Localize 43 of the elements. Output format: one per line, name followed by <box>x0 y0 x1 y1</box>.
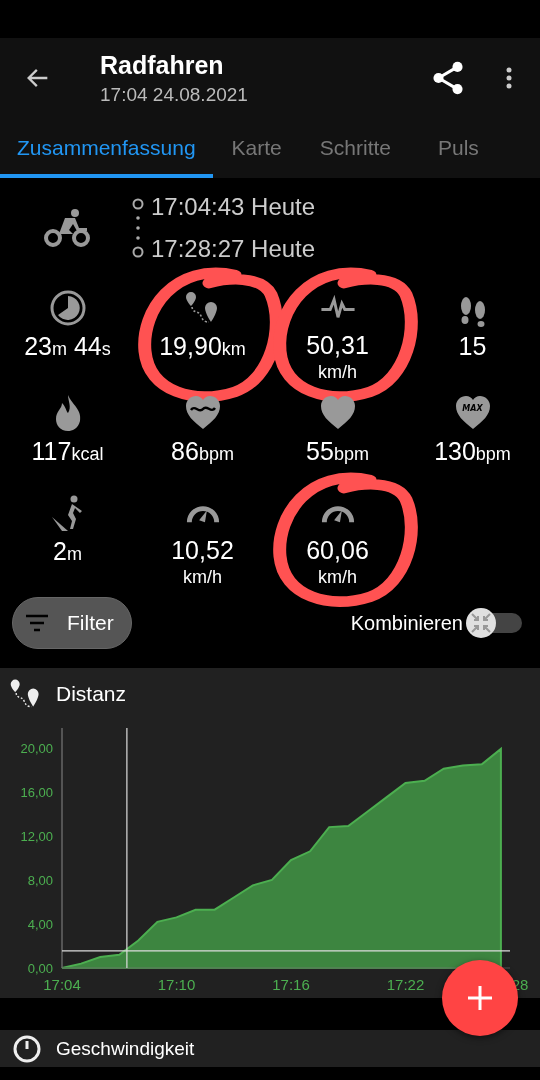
x-tick-label: 17:16 <box>272 976 310 993</box>
card-title: Distanz <box>56 682 127 706</box>
stat-unit: km/h <box>318 361 357 383</box>
stat-value: 130bpm <box>434 436 511 467</box>
app-subtitle: 17:04 24.08.2021 <box>100 83 249 106</box>
stat-value: 117kcal <box>31 436 104 467</box>
tab[interactable]: Schritte <box>300 118 410 178</box>
stat-value: 60,06 <box>306 535 369 566</box>
filter-button[interactable]: Filter <box>12 597 132 649</box>
stat-value: 23m 44s <box>24 331 111 362</box>
combine-switch[interactable] <box>466 608 522 638</box>
tab[interactable]: Karte <box>212 118 301 178</box>
stat-value: 50,31 <box>306 330 369 361</box>
card-title: Geschwindigkeit <box>56 1037 195 1060</box>
y-tick-label: 8,00 <box>27 872 53 888</box>
y-tick-label: 20,00 <box>20 740 53 756</box>
stat-value: 15 <box>458 331 487 362</box>
tab[interactable]: Puls <box>410 118 496 178</box>
x-tick-label: 17:22 <box>386 976 425 993</box>
timeline-icon <box>131 198 145 258</box>
stat-value: 19,90km <box>159 331 246 362</box>
time-text: 17:04:43 Heute <box>151 193 316 221</box>
app-title: Radfahren <box>100 50 225 80</box>
y-tick-label: 12,00 <box>20 828 53 844</box>
stat-value: 55bpm <box>306 436 369 467</box>
filter-icon <box>25 614 49 632</box>
time-text: 17:28:27 Heute <box>151 235 316 263</box>
stat-unit: km/h <box>183 566 222 588</box>
toggle-label: Kombinieren <box>350 611 463 635</box>
y-tick-label: 16,00 <box>20 784 53 800</box>
y-tick-label: 4,00 <box>27 916 53 932</box>
y-tick-label: 0,00 <box>27 961 53 976</box>
more-icon[interactable] <box>505 66 513 90</box>
tab[interactable]: Zusammenfassung <box>0 118 213 178</box>
stat-value: 86bpm <box>171 436 234 467</box>
x-tick-label: 17:04 <box>43 976 81 993</box>
stat-value: 2m <box>53 536 82 567</box>
plus-icon <box>467 985 493 1011</box>
stat-unit: km/h <box>318 566 357 588</box>
stat-value: 10,52 <box>171 535 234 566</box>
x-tick-label: 17:10 <box>157 976 196 993</box>
cyclist-icon <box>43 208 91 248</box>
max-label: MAX <box>462 404 483 413</box>
